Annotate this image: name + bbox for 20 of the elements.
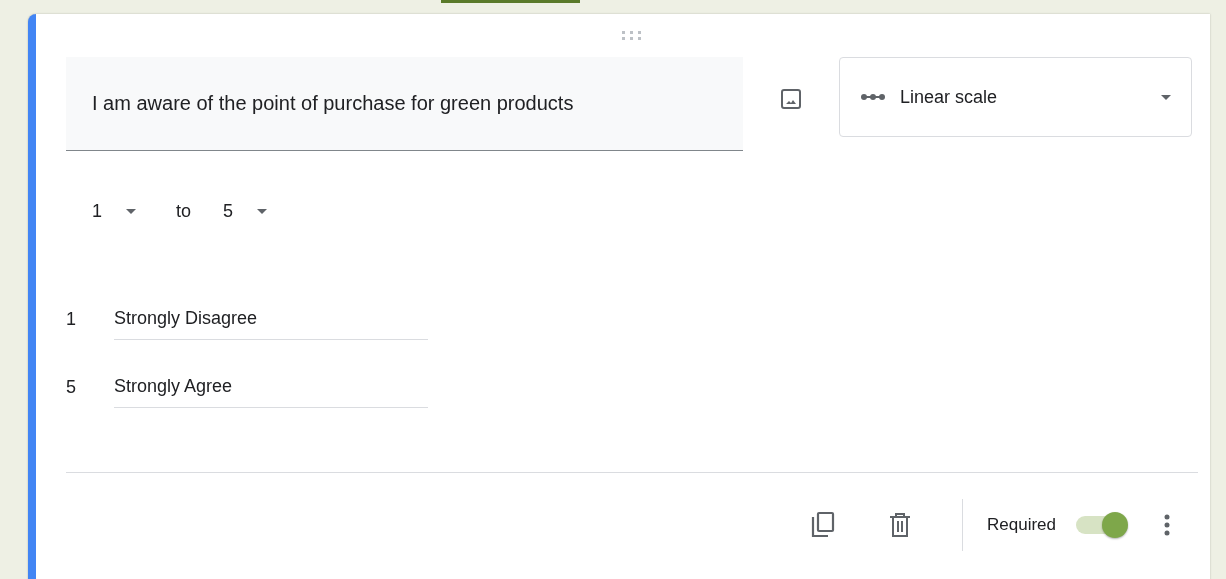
scale-number: 1: [66, 309, 77, 331]
more-options-icon[interactable]: [1164, 513, 1170, 537]
caret-icon: [1161, 94, 1171, 100]
scale-start-dropdown[interactable]: 1: [92, 201, 136, 222]
image-icon[interactable]: [779, 87, 803, 111]
scale-number: 5: [66, 377, 77, 399]
scale-end-dropdown[interactable]: 5: [223, 201, 268, 222]
to-label: to: [176, 201, 192, 222]
scale-label-field[interactable]: Strongly Agree: [114, 376, 428, 408]
linear-scale-icon: [860, 93, 886, 101]
question-type-dropdown[interactable]: Linear scale: [839, 57, 1192, 137]
required-label: Required: [987, 515, 1056, 535]
copy-icon[interactable]: [810, 511, 836, 539]
caret-icon: [126, 209, 136, 214]
question-title-field[interactable]: I am aware of the point of purchase for green products: [66, 57, 743, 151]
caret-icon: [257, 209, 268, 214]
drag-handle-icon[interactable]: [621, 29, 643, 41]
trash-icon[interactable]: [888, 511, 912, 539]
required-toggle[interactable]: [1076, 512, 1128, 538]
scale-label-field[interactable]: Strongly Disagree: [114, 308, 428, 340]
